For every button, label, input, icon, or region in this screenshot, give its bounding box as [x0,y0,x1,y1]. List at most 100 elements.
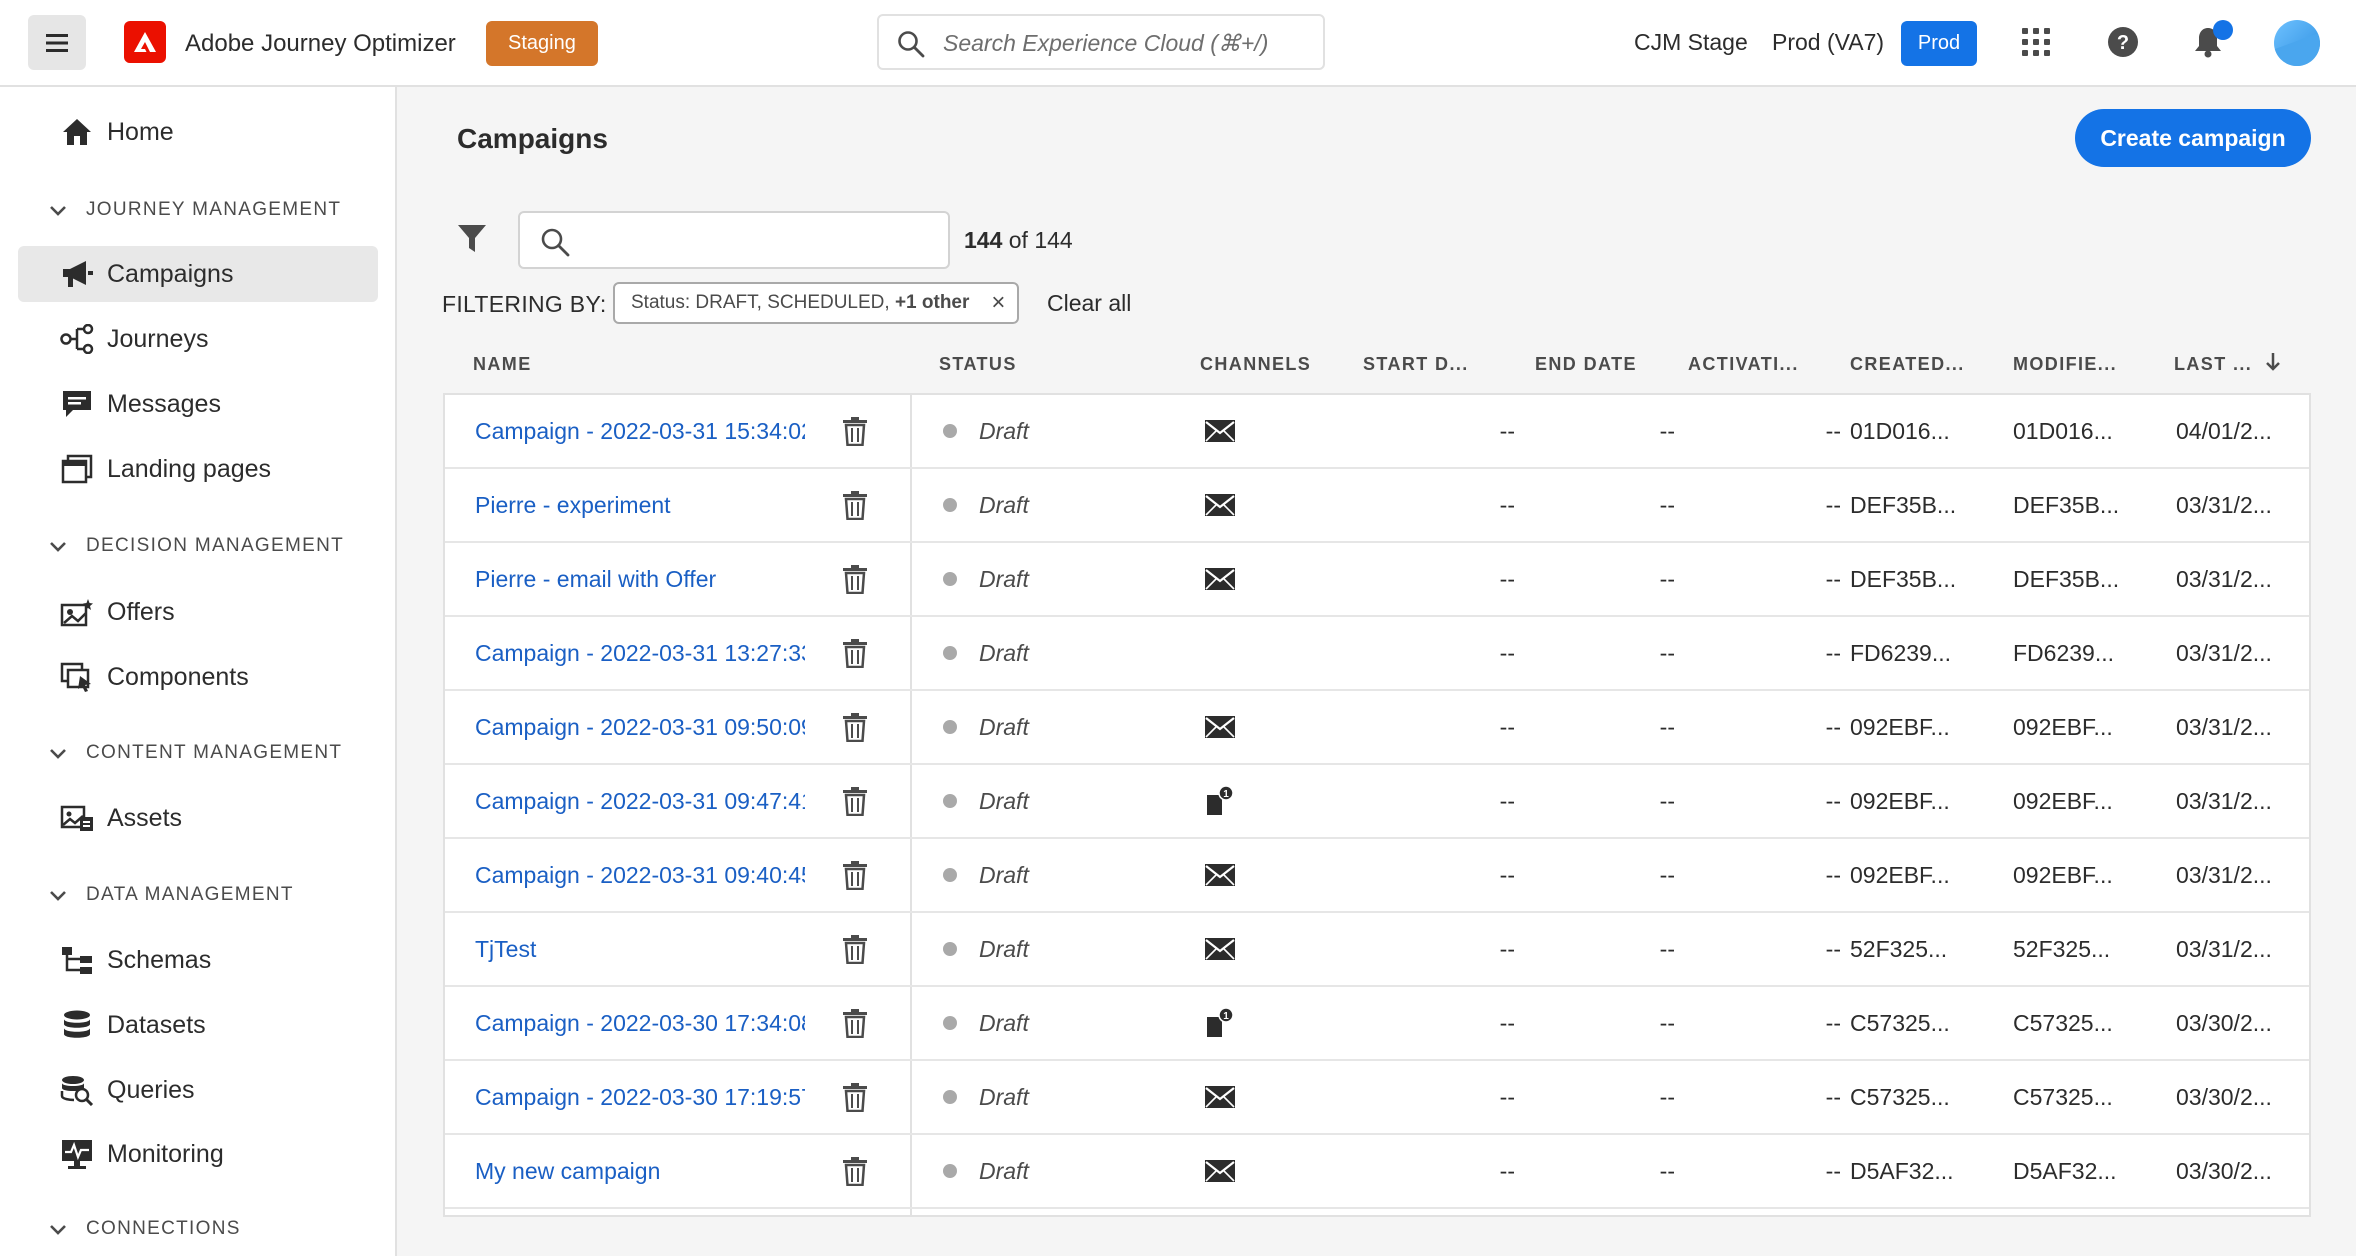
delete-button[interactable] [835,691,875,763]
delete-button[interactable] [835,1135,875,1207]
campaign-name-link[interactable]: Campaign - 2022-03-31 09:40:45 [475,839,805,911]
queries-icon [60,1073,94,1107]
campaign-name-link[interactable]: Campaign - 2022-03-30 17:34:08 [475,987,805,1059]
column-header-last-modified[interactable]: LAST ... [2174,354,2252,375]
menu-toggle-button[interactable] [28,15,86,70]
monitoring-icon [60,1137,94,1171]
table-row[interactable]: Campaign - 2022-03-30 17:19:57 Draft -- … [445,1061,2309,1135]
activation-cell: -- [1825,788,1841,814]
delete-button[interactable] [835,987,875,1059]
global-search[interactable] [877,14,1325,70]
column-header-channels[interactable]: CHANNELS [1200,354,1311,375]
nav-assets[interactable]: Assets [18,790,378,846]
table-row[interactable]: Pierre - email with Offer Draft -- -- --… [445,543,2309,617]
delete-button[interactable] [835,913,875,985]
search-icon [898,31,925,58]
delete-button[interactable] [835,617,875,689]
section-journey-management[interactable]: JOURNEY MANAGEMENT [48,199,341,221]
column-header-modified[interactable]: MODIFIE... [2013,354,2117,375]
section-connections[interactable]: CONNECTIONS [48,1218,241,1240]
trash-icon [843,861,867,890]
nav-offers[interactable]: Offers [18,584,378,640]
chevron-down-icon [50,891,66,901]
campaign-name-link[interactable]: Pierre - email with Offer [475,543,805,615]
filter-toggle-button[interactable] [456,222,488,259]
channel-cell [1200,395,1240,467]
status-text: Draft [979,1158,1029,1184]
section-data-management[interactable]: DATA MANAGEMENT [48,884,294,906]
create-campaign-button[interactable]: Create campaign [2075,109,2311,167]
campaign-name-link[interactable]: Campaign - 2022-03-30 17:19:57 [475,1061,805,1133]
status-text: Draft [979,492,1029,518]
table-row[interactable]: Campaign - 2022-03-31 13:27:33 Draft -- … [445,617,2309,691]
nav-messages[interactable]: Messages [18,376,378,432]
campaign-name-link[interactable]: TjTest [475,913,805,985]
clear-all-filters-button[interactable]: Clear all [1047,290,1131,317]
nav-landing-pages[interactable]: Landing pages [18,441,378,497]
nav-home[interactable]: Home [18,104,378,160]
user-avatar[interactable] [2274,20,2320,66]
section-title: JOURNEY MANAGEMENT [86,199,342,220]
status-cell: Draft [943,1135,1073,1207]
section-decision-management[interactable]: DECISION MANAGEMENT [48,535,344,557]
app-switcher-button[interactable] [2016,22,2056,62]
app-title[interactable]: Adobe Journey Optimizer [185,26,456,62]
filtering-by-label: FILTERING BY: [442,291,607,317]
delete-button[interactable] [835,765,875,837]
global-search-input[interactable] [941,16,1315,70]
table-row[interactable]: Campaign - 2022-03-31 09:40:45 Draft -- … [445,839,2309,913]
table-row[interactable]: Campaign - 2022-03-31 09:50:09 Draft -- … [445,691,2309,765]
filter-chip-more: +1 other [894,292,970,313]
nav-datasets[interactable]: Datasets [18,997,378,1053]
sort-descending-icon[interactable] [2264,352,2282,377]
campaign-name-link[interactable]: Pierre - experiment [475,469,805,541]
help-button[interactable]: ? [2103,22,2143,62]
nav-campaigns[interactable]: Campaigns [18,246,378,302]
email-channel-icon [1205,1086,1235,1108]
table-row[interactable]: Campaign - 2022-03-30 17:34:08 Draft 1 -… [445,987,2309,1061]
trash-icon [843,935,867,964]
nav-monitoring[interactable]: Monitoring [18,1126,378,1182]
nav-schemas[interactable]: Schemas [18,932,378,988]
adobe-logo[interactable] [124,21,166,63]
org-switcher[interactable]: CJM Stage [1634,29,1748,56]
campaign-name-link[interactable]: Campaign - 2022-03-31 09:50:09 [475,691,805,763]
sandbox-badge[interactable]: Prod [1901,21,1977,66]
nav-queries[interactable]: Queries [18,1062,378,1118]
column-header-end-date[interactable]: END DATE [1535,354,1637,375]
campaign-name-link[interactable]: Campaign - 2022-03-31 13:27:33 [475,617,805,689]
schema-icon [60,943,94,977]
status-filter-chip[interactable]: Status: DRAFT, SCHEDULED, +1 other × [613,282,1020,324]
end-date-cell: -- [1659,418,1675,444]
email-channel-icon [1205,494,1235,516]
campaign-name-link[interactable]: My new campaign [475,1135,805,1207]
table-row[interactable]: Campaign - 2022-03-31 15:34:02 Draft -- … [445,395,2309,469]
column-header-name[interactable]: NAME [473,354,532,375]
delete-button[interactable] [835,469,875,541]
end-date-cell: -- [1659,1010,1675,1036]
delete-button[interactable] [835,1061,875,1133]
column-header-activation[interactable]: ACTIVATI... [1688,354,1799,375]
column-header-created[interactable]: CREATED... [1850,354,1965,375]
campaign-search[interactable] [518,211,950,269]
delete-button[interactable] [835,839,875,911]
nav-journeys[interactable]: Journeys [18,311,378,367]
delete-button[interactable] [835,543,875,615]
campaign-name-link[interactable]: Campaign - 2022-03-31 09:47:41 [475,765,805,837]
status-cell: Draft [943,395,1073,467]
table-row[interactable]: Campaign - 2022-03-31 09:47:41 Draft 1 -… [445,765,2309,839]
status-dot-icon [943,942,957,956]
table-row[interactable]: TjTest Draft -- -- -- 52F325... 52F325..… [445,913,2309,987]
remove-filter-icon[interactable]: × [991,284,1005,322]
email-channel-icon [1205,1160,1235,1182]
column-header-start-date[interactable]: START D... [1363,354,1469,375]
last-modified-cell: 03/31/2... [2176,640,2272,666]
sandbox-switcher[interactable]: Prod (VA7) [1772,29,1884,56]
campaign-name-link[interactable]: Campaign - 2022-03-31 15:34:02 [475,395,805,467]
section-content-management[interactable]: CONTENT MANAGEMENT [48,742,342,764]
table-row[interactable]: My new campaign Draft -- -- -- D5AF32...… [445,1135,2309,1209]
table-row[interactable]: Pierre - experiment Draft -- -- -- DEF35… [445,469,2309,543]
delete-button[interactable] [835,395,875,467]
column-header-status[interactable]: STATUS [939,354,1017,375]
nav-components[interactable]: Components [18,649,378,705]
